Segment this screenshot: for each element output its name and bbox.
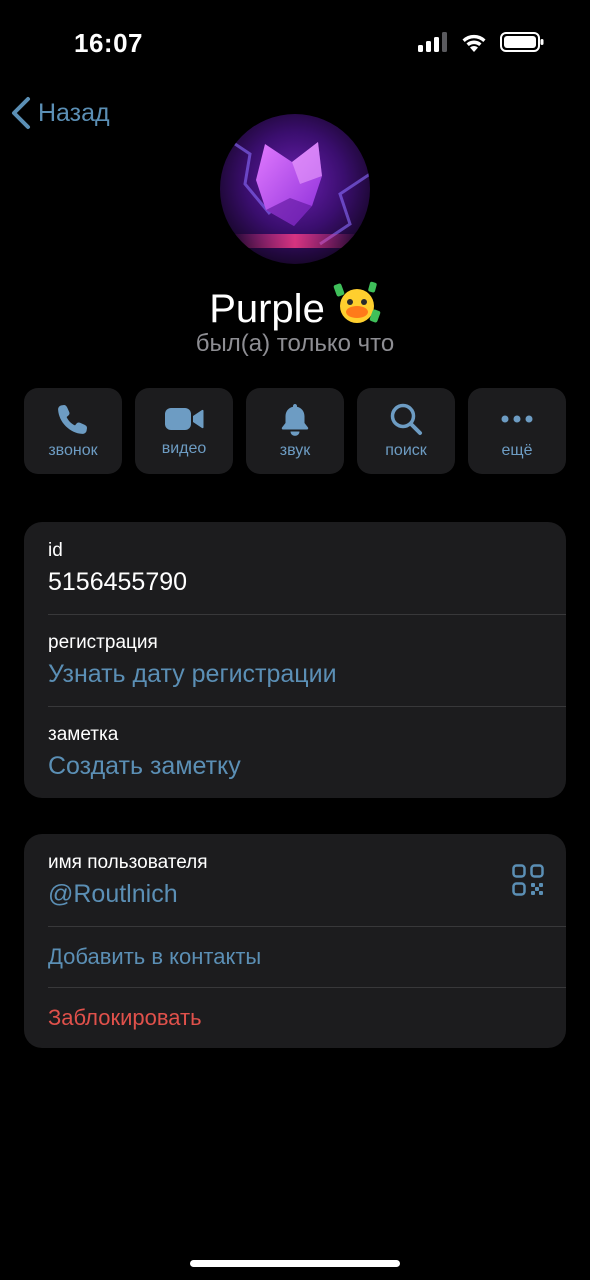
duck-emoji-icon — [333, 281, 381, 323]
call-label: звонок — [48, 442, 98, 459]
more-label: ещё — [501, 442, 533, 459]
back-button[interactable]: Назад — [10, 96, 110, 130]
more-button[interactable]: ещё — [468, 388, 566, 474]
avatar-image — [220, 114, 370, 264]
registration-link[interactable]: Узнать дату регистрации — [48, 660, 337, 689]
profile-name: Purple — [209, 286, 325, 331]
home-indicator[interactable] — [190, 1260, 400, 1267]
action-buttons: звонок видео звук поиск ещё — [24, 388, 566, 474]
video-button[interactable]: видео — [135, 388, 233, 474]
chevron-left-icon — [12, 97, 30, 129]
video-label: видео — [161, 440, 207, 457]
note-row[interactable]: заметка Создать заметку — [24, 706, 566, 798]
more-dots-icon — [501, 415, 533, 423]
username-value[interactable]: @Routlnich — [48, 880, 178, 909]
block-button[interactable]: Заблокировать — [48, 1005, 202, 1031]
cellular-signal-icon — [418, 32, 447, 52]
phone-icon — [58, 405, 87, 434]
bell-icon — [281, 404, 309, 436]
info-card: id 5156455790 регистрация Узнать дату ре… — [24, 522, 566, 798]
battery-icon — [500, 32, 544, 52]
last-seen-status: был(а) только что — [195, 330, 395, 357]
sound-label: звук — [279, 442, 311, 459]
registration-row[interactable]: регистрация Узнать дату регистрации — [24, 614, 566, 706]
wifi-icon — [462, 34, 486, 52]
create-note-link[interactable]: Создать заметку — [48, 752, 241, 781]
note-label: заметка — [48, 724, 119, 745]
sound-button[interactable]: звук — [246, 388, 344, 474]
add-contact-row[interactable]: Добавить в контакты — [24, 926, 566, 987]
video-camera-icon — [165, 408, 204, 430]
search-label: поиск — [385, 442, 427, 459]
id-label: id — [48, 540, 63, 561]
status-bar: 16:07 — [0, 0, 590, 90]
search-button[interactable]: поиск — [357, 388, 455, 474]
qr-code-icon[interactable] — [512, 864, 544, 896]
block-row[interactable]: Заблокировать — [24, 987, 566, 1048]
contact-card: имя пользователя @Routlnich Добавить в к… — [24, 834, 566, 1048]
id-value: 5156455790 — [48, 568, 188, 596]
registration-label: регистрация — [48, 632, 158, 653]
username-label: имя пользователя — [48, 852, 208, 873]
back-label: Назад — [38, 98, 110, 127]
call-button[interactable]: звонок — [24, 388, 122, 474]
status-icons — [418, 32, 544, 52]
search-icon — [390, 403, 422, 435]
id-row[interactable]: id 5156455790 — [24, 522, 566, 614]
status-time: 16:07 — [74, 28, 143, 58]
username-row[interactable]: имя пользователя @Routlnich — [24, 834, 566, 926]
add-to-contacts-button[interactable]: Добавить в контакты — [48, 944, 261, 970]
avatar[interactable] — [220, 114, 370, 264]
